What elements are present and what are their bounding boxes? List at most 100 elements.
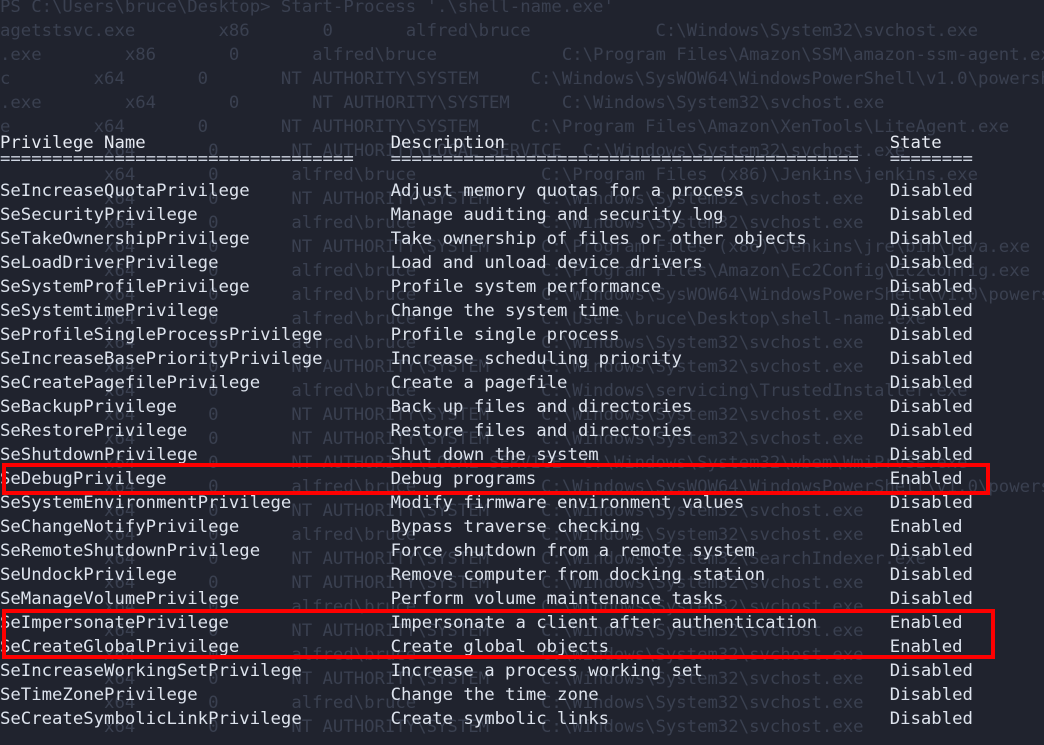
command-prompt-line[interactable]: PS C:\Users\bruce\Desktop> whoami /priv xyxy=(0,15,1044,39)
privileges-information-underline: ---------------------- xyxy=(0,80,1044,104)
powershell-terminal[interactable]: PS C:\Users\bruce\Desktop> Start-Process… xyxy=(0,0,1044,745)
privilege-description-cell: Modify firmware environment values xyxy=(390,493,745,513)
privilege-row: SeUndockPrivilege Remove computer from do… xyxy=(0,563,1044,587)
privilege-row: SeCreatePagefilePrivilege Create a pagefi… xyxy=(0,371,1044,395)
privilege-row: SeSecurityPrivilege Manage auditing and s… xyxy=(0,203,1044,227)
privilege-name-cell: SeIncreaseQuotaPrivilege xyxy=(0,181,250,201)
privilege-state-cell: Disabled xyxy=(889,349,973,369)
privilege-description-cell: Adjust memory quotas for a process xyxy=(390,181,745,201)
privilege-state-cell: Enabled xyxy=(889,613,963,633)
privilege-name-cell: SeShutdownPrivilege xyxy=(0,445,198,465)
privilege-state-cell: Disabled xyxy=(889,181,973,201)
privilege-state-cell: Disabled xyxy=(889,229,973,249)
privilege-description-cell: Change the system time xyxy=(390,301,620,321)
privilege-row: SeTimeZonePrivilege Change the time zone D… xyxy=(0,683,1044,707)
privilege-name-cell: SeIncreaseWorkingSetPrivilege xyxy=(0,661,302,681)
privilege-row: SeShutdownPrivilege Shut down the system D… xyxy=(0,443,1044,467)
privilege-name-cell: SeCreateSymbolicLinkPrivilege xyxy=(0,709,302,729)
privilege-state-cell: Disabled xyxy=(889,445,973,465)
privilege-row: SeIncreaseQuotaPrivilege Adjust memory qu… xyxy=(0,179,1044,203)
privilege-state-cell: Disabled xyxy=(889,277,973,297)
privilege-row: SeCreateGlobalPrivilege Create global obj… xyxy=(0,635,1044,659)
privilege-row: SeLoadDriverPrivilege Load and unload dev… xyxy=(0,251,1044,275)
privilege-name-cell: SeIncreaseBasePriorityPrivilege xyxy=(0,349,323,369)
privilege-state-cell: Disabled xyxy=(889,205,973,225)
privilege-description-cell: Create a pagefile xyxy=(390,373,568,393)
privilege-row: SeChangeNotifyPrivilege Bypass traverse c… xyxy=(0,515,1044,539)
privilege-name-cell: SeBackupPrivilege xyxy=(0,397,177,417)
privilege-row: SeIncreaseWorkingSetPrivilege Increase a … xyxy=(0,659,1044,683)
privilege-name-cell: SeCreateGlobalPrivilege xyxy=(0,637,240,657)
privilege-name-cell: SeCreatePagefilePrivilege xyxy=(0,373,261,393)
privilege-name-cell: SeManageVolumePrivilege xyxy=(0,589,240,609)
privilege-description-cell: Debug programs xyxy=(390,469,537,489)
privilege-description-cell: Take ownership of files or other objects xyxy=(390,229,807,249)
privilege-row: SeTakeOwnershipPrivilege Take ownership o… xyxy=(0,227,1044,251)
privilege-state-cell: Disabled xyxy=(889,421,973,441)
privilege-name-cell: SeChangeNotifyPrivilege xyxy=(0,517,240,537)
privilege-description-cell: Create global objects xyxy=(390,637,610,657)
privilege-description-cell: Perform volume maintenance tasks xyxy=(390,589,724,609)
privilege-description-cell: Profile single process xyxy=(390,325,620,345)
privilege-state-cell: Disabled xyxy=(889,253,973,273)
privilege-name-cell: SeImpersonatePrivilege xyxy=(0,613,229,633)
privilege-state-cell: Disabled xyxy=(889,685,973,705)
privilege-name-cell: SeSecurityPrivilege xyxy=(0,205,198,225)
privilege-name-cell: SeRemoteShutdownPrivilege xyxy=(0,541,261,561)
privilege-name-cell: SeLoadDriverPrivilege xyxy=(0,253,219,273)
privilege-description-cell: Bypass traverse checking xyxy=(390,517,641,537)
privilege-state-cell: Disabled xyxy=(889,397,973,417)
privilege-state-cell: Disabled xyxy=(889,373,973,393)
privilege-description-cell: Increase a process working set xyxy=(390,661,703,681)
privilege-state-cell: Disabled xyxy=(889,661,973,681)
privilege-name-cell: SeSystemtimePrivilege xyxy=(0,301,219,321)
privilege-name-cell: SeSystemEnvironmentPrivilege xyxy=(0,493,292,513)
privilege-description-cell: Impersonate a client after authenticatio… xyxy=(390,613,818,633)
privilege-row: SeCreateSymbolicLinkPrivilege Create symb… xyxy=(0,707,1044,731)
privilege-description-cell: Change the time zone xyxy=(390,685,599,705)
privilege-name-cell: SeProfileSingleProcessPrivilege xyxy=(0,325,323,345)
next-command-prompt-line[interactable]: PS C:\Users\bruce\Desktop> ps xyxy=(0,735,1044,745)
privilege-state-cell: Disabled xyxy=(889,301,973,321)
privilege-description-cell: Profile system performance xyxy=(390,277,662,297)
privilege-row: SeRemoteShutdownPrivilege Force shutdown … xyxy=(0,539,1044,563)
privilege-state-cell: Disabled xyxy=(889,541,973,561)
privilege-state-cell: Enabled xyxy=(889,469,963,489)
table-separator-row: ================================== =====… xyxy=(0,147,1044,171)
privilege-row: SeProfileSingleProcessPrivilege Profile s… xyxy=(0,323,1044,347)
privilege-description-cell: Force shutdown from a remote system xyxy=(390,541,755,561)
privilege-description-cell: Increase scheduling priority xyxy=(390,349,682,369)
privilege-name-cell: SeTimeZonePrivilege xyxy=(0,685,198,705)
privilege-state-cell: Disabled xyxy=(889,493,973,513)
privilege-description-cell: Create symbolic links xyxy=(390,709,610,729)
privilege-row: SeDebugPrivilege Debug programs Enabled xyxy=(0,467,1044,491)
privilege-description-cell: Remove computer from docking station xyxy=(390,565,766,585)
privilege-description-cell: Shut down the system xyxy=(390,445,599,465)
separator-description: ========================================… xyxy=(390,149,859,169)
privilege-row: SeManageVolumePrivilege Perform volume ma… xyxy=(0,587,1044,611)
privilege-state-cell: Disabled xyxy=(889,589,973,609)
privilege-row: SeSystemProfilePrivilege Profile system p… xyxy=(0,275,1044,299)
privilege-name-cell: SeSystemProfilePrivilege xyxy=(0,277,250,297)
privilege-row: SeSystemEnvironmentPrivilege Modify firmw… xyxy=(0,491,1044,515)
privilege-row: SeIncreaseBasePriorityPrivilege Increase … xyxy=(0,347,1044,371)
privilege-state-cell: Disabled xyxy=(889,325,973,345)
privilege-row: SeImpersonatePrivilege Impersonate a clie… xyxy=(0,611,1044,635)
separator-privilege-name: ================================== xyxy=(0,149,354,169)
privilege-state-cell: Enabled xyxy=(889,637,963,657)
privilege-name-cell: SeRestorePrivilege xyxy=(0,421,188,441)
privilege-row: SeBackupPrivilege Back up files and direc… xyxy=(0,395,1044,419)
privilege-row: SeSystemtimePrivilege Change the system t… xyxy=(0,299,1044,323)
privilege-name-cell: SeDebugPrivilege xyxy=(0,469,167,489)
privilege-row: SeRestorePrivilege Restore files and dire… xyxy=(0,419,1044,443)
privilege-description-cell: Manage auditing and security log xyxy=(390,205,724,225)
privilege-description-cell: Back up files and directories xyxy=(390,397,693,417)
privilege-description-cell: Load and unload device drivers xyxy=(390,253,703,273)
privilege-state-cell: Enabled xyxy=(889,517,963,537)
privilege-name-cell: SeTakeOwnershipPrivilege xyxy=(0,229,250,249)
privilege-state-cell: Disabled xyxy=(889,565,973,585)
privilege-description-cell: Restore files and directories xyxy=(390,421,693,441)
scrolled-prompt-line: PS C:\Users\bruce\Desktop> Start-Process… xyxy=(0,0,1044,15)
privilege-state-cell: Disabled xyxy=(889,709,973,729)
